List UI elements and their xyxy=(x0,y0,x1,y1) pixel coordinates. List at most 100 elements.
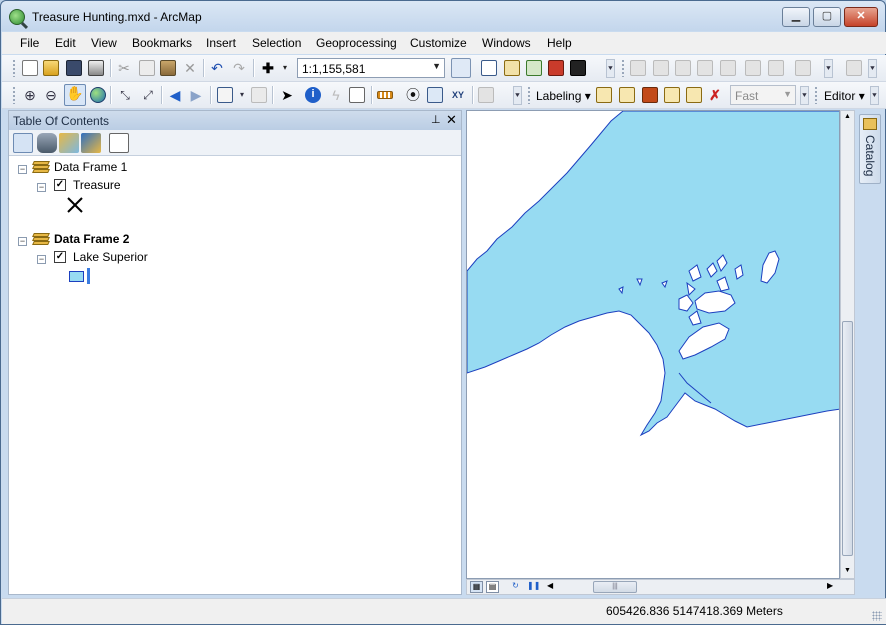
lake-symbol-icon[interactable] xyxy=(69,271,84,282)
minimize-button[interactable]: ▁ xyxy=(782,7,810,27)
catalog-window-icon[interactable] xyxy=(504,60,520,76)
toolbar-overflow-button[interactable]: ⯆ xyxy=(868,59,877,78)
undo-icon[interactable]: ↶ xyxy=(209,60,225,76)
zoom-in-icon[interactable]: ⊕ xyxy=(22,87,38,103)
resize-grip-icon[interactable] xyxy=(872,611,882,621)
collapse-icon[interactable]: − xyxy=(18,237,27,246)
table-window-icon[interactable] xyxy=(481,60,497,76)
measure-icon[interactable] xyxy=(377,91,393,99)
delete-icon[interactable]: ✕ xyxy=(182,60,198,76)
editor-menu[interactable]: Editor ▾ xyxy=(824,89,865,103)
html-popup-icon[interactable] xyxy=(349,87,365,103)
pan-disabled-icon[interactable] xyxy=(675,60,691,76)
layer-visibility-checkbox[interactable]: ✓ xyxy=(54,251,66,263)
go-to-xy-icon[interactable]: XY xyxy=(450,87,466,103)
data-frame-2-label[interactable]: Data Frame 2 xyxy=(54,232,129,246)
pause-drawing-icon[interactable]: ❚❚ xyxy=(527,581,540,593)
menu-customize[interactable]: Customize xyxy=(410,36,467,50)
label-quality-combo[interactable]: Fast ▼ xyxy=(730,85,796,105)
catalog-side-tab[interactable]: Catalog xyxy=(859,114,881,184)
menu-file[interactable]: File xyxy=(20,36,39,50)
scroll-down-icon[interactable]: ▼ xyxy=(844,567,851,574)
zoom-100-icon[interactable] xyxy=(745,60,761,76)
close-button[interactable]: ✕ xyxy=(844,7,878,27)
options-icon[interactable] xyxy=(109,133,129,153)
print-icon[interactable] xyxy=(88,60,104,76)
lake-superior-polygon[interactable] xyxy=(467,111,840,437)
menu-selection[interactable]: Selection xyxy=(252,36,301,50)
editor-toolbar-icon[interactable] xyxy=(451,58,471,78)
search-window-icon[interactable] xyxy=(526,60,542,76)
forward-extent-icon[interactable]: ▶ xyxy=(188,87,204,103)
find-binoculars-icon[interactable]: ⦿ xyxy=(405,87,421,103)
zoom-out-icon[interactable]: ⊖ xyxy=(43,87,59,103)
toolbar-overflow-button[interactable]: ⯆ xyxy=(606,59,615,78)
select-features-icon[interactable] xyxy=(217,87,233,103)
redo-icon[interactable]: ↷ xyxy=(231,60,247,76)
arcmap-app-icon[interactable] xyxy=(9,9,25,25)
view-unplaced-labels-icon[interactable]: ✗ xyxy=(707,87,723,103)
list-by-drawing-order-icon[interactable] xyxy=(13,133,33,153)
fixed-zoom-icon[interactable] xyxy=(768,60,784,76)
list-by-source-icon[interactable] xyxy=(37,133,57,153)
toolbar-overflow-button[interactable]: ⯆ xyxy=(870,86,879,105)
toolbar-overflow-button[interactable]: ⯆ xyxy=(824,59,833,78)
save-icon[interactable] xyxy=(66,60,82,76)
close-icon[interactable]: ✕ xyxy=(446,112,457,128)
zoom-in-fixed-icon[interactable] xyxy=(630,60,646,76)
select-elements-icon[interactable]: ➤ xyxy=(279,87,295,103)
menu-help[interactable]: Help xyxy=(547,36,572,50)
pan-hand-icon[interactable]: ✋ xyxy=(64,84,86,106)
list-by-selection-icon[interactable] xyxy=(81,133,101,153)
chevron-down-icon[interactable]: ▼ xyxy=(783,89,792,99)
label-weights-icon[interactable] xyxy=(642,87,658,103)
fixed-zoom-in-icon[interactable]: ⤡ xyxy=(117,87,133,103)
map-view[interactable] xyxy=(466,110,840,579)
vertical-scroll-thumb[interactable] xyxy=(842,321,853,556)
treasure-symbol-icon[interactable] xyxy=(65,195,85,215)
pause-labeling-icon[interactable] xyxy=(686,87,702,103)
scroll-up-icon[interactable]: ▲ xyxy=(844,113,851,120)
lock-labels-icon[interactable] xyxy=(664,87,680,103)
pin-icon[interactable]: ⊥ xyxy=(431,113,441,126)
full-extent-globe-icon[interactable] xyxy=(90,87,106,103)
menu-insert[interactable]: Insert xyxy=(206,36,236,50)
new-document-icon[interactable] xyxy=(22,60,38,76)
paste-icon[interactable] xyxy=(160,60,176,76)
menu-geoprocessing[interactable]: Geoprocessing xyxy=(316,36,397,50)
map-horizontal-scrollbar[interactable]: ||| xyxy=(547,581,837,593)
map-scale-combo[interactable]: 1:1,155,581 ▼ xyxy=(297,58,445,78)
menu-windows[interactable]: Windows xyxy=(482,36,531,50)
toolbar-overflow-button[interactable]: ⯆ xyxy=(800,86,809,105)
menu-view[interactable]: View xyxy=(91,36,117,50)
menu-edit[interactable]: Edit xyxy=(55,36,76,50)
refresh-icon[interactable]: ↻ xyxy=(509,581,522,593)
copy-icon[interactable] xyxy=(139,60,155,76)
lake-superior-map[interactable] xyxy=(467,111,840,579)
back-extent-icon[interactable]: ◀ xyxy=(167,87,183,103)
back-extent-disabled-icon[interactable] xyxy=(795,60,811,76)
python-window-icon[interactable] xyxy=(570,60,586,76)
toolbar-grip[interactable] xyxy=(12,59,16,77)
maximize-button[interactable]: ▢ xyxy=(813,7,841,27)
layer-lake-superior-label[interactable]: Lake Superior xyxy=(73,250,148,264)
layer-visibility-checkbox[interactable]: ✓ xyxy=(54,179,66,191)
layout-view-icon[interactable]: ▤ xyxy=(486,581,499,593)
full-extent-disabled-icon[interactable] xyxy=(697,60,713,76)
collapse-icon[interactable]: − xyxy=(18,165,27,174)
horizontal-scroll-thumb[interactable]: ||| xyxy=(593,581,637,593)
label-priority-icon[interactable] xyxy=(619,87,635,103)
add-data-dropdown-icon[interactable]: ▾ xyxy=(277,60,293,76)
menu-bookmarks[interactable]: Bookmarks xyxy=(132,36,192,50)
list-by-visibility-icon[interactable] xyxy=(59,133,79,153)
layout-tool-icon[interactable] xyxy=(846,60,862,76)
map-vertical-scrollbar[interactable]: ▲ ▼ xyxy=(840,110,855,579)
fixed-zoom-out-icon[interactable]: ⤢ xyxy=(140,87,156,103)
chevron-down-icon[interactable]: ▼ xyxy=(432,61,441,71)
find-route-icon[interactable] xyxy=(427,87,443,103)
arctoolbox-icon[interactable] xyxy=(548,60,564,76)
hyperlink-icon[interactable]: ϟ xyxy=(328,87,344,103)
select-features-dropdown-icon[interactable]: ▾ xyxy=(234,87,250,103)
collapse-icon[interactable]: − xyxy=(37,183,46,192)
layer-treasure-label[interactable]: Treasure xyxy=(73,178,121,192)
